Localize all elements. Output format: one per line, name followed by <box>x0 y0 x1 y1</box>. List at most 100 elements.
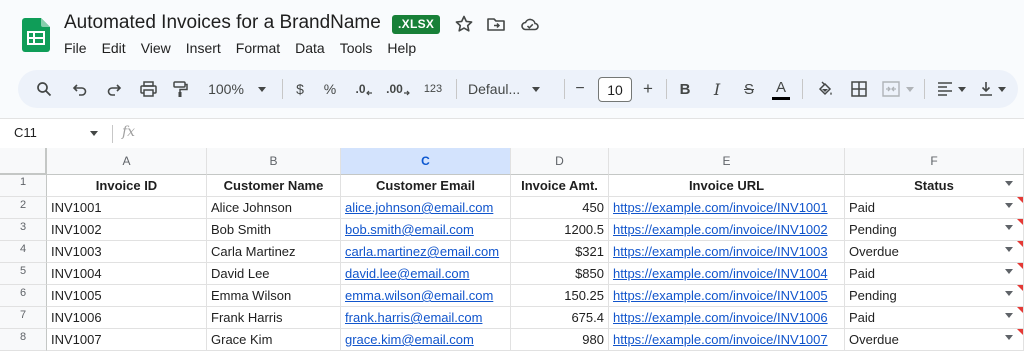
font-size-input[interactable]: 10 <box>598 77 632 102</box>
invoice-amount-cell[interactable]: $850 <box>511 263 609 285</box>
invoice-url-link[interactable]: https://example.com/invoice/INV1007 <box>609 329 845 351</box>
star-icon[interactable] <box>454 14 474 34</box>
merge-cells-button[interactable] <box>880 70 916 108</box>
document-title[interactable]: Automated Invoices for a BrandName <box>64 12 381 34</box>
column-header-c[interactable]: C <box>341 148 511 175</box>
customer-name-cell[interactable]: Grace Kim <box>207 329 341 351</box>
status-cell[interactable]: Paid <box>845 307 1024 329</box>
column-header-e[interactable]: E <box>609 148 845 175</box>
header-cell[interactable]: Invoice Amt. <box>511 175 609 197</box>
invoice-url-link[interactable]: https://example.com/invoice/INV1002 <box>609 219 845 241</box>
invoice-url-link[interactable]: https://example.com/invoice/INV1004 <box>609 263 845 285</box>
menu-format[interactable]: Format <box>236 40 280 56</box>
customer-email-link[interactable]: carla.martinez@email.com <box>341 241 511 263</box>
menu-insert[interactable]: Insert <box>186 40 221 56</box>
menu-help[interactable]: Help <box>387 40 416 56</box>
invoice-id-cell[interactable]: INV1004 <box>47 263 207 285</box>
row-header-5[interactable]: 5 <box>0 263 47 285</box>
invoice-id-cell[interactable]: INV1005 <box>47 285 207 307</box>
dropdown-arrow-icon[interactable] <box>1005 203 1013 208</box>
dropdown-arrow-icon[interactable] <box>1005 247 1013 252</box>
italic-button[interactable]: I <box>708 70 726 108</box>
customer-name-cell[interactable]: Carla Martinez <box>207 241 341 263</box>
menu-file[interactable]: File <box>64 40 87 56</box>
decrease-font-size-button[interactable]: − <box>572 70 588 108</box>
invoice-amount-cell[interactable]: $321 <box>511 241 609 263</box>
text-color-button[interactable]: A <box>770 70 792 108</box>
customer-email-link[interactable]: frank.harris@email.com <box>341 307 511 329</box>
increase-decimal-button[interactable]: .00 <box>384 70 412 108</box>
status-cell[interactable]: Overdue <box>845 329 1024 351</box>
column-header-d[interactable]: D <box>511 148 609 175</box>
column-header-f[interactable]: F <box>845 148 1024 175</box>
invoice-id-cell[interactable]: INV1006 <box>47 307 207 329</box>
header-cell[interactable]: Invoice URL <box>609 175 845 197</box>
customer-email-link[interactable]: bob.smith@email.com <box>341 219 511 241</box>
invoice-url-link[interactable]: https://example.com/invoice/INV1006 <box>609 307 845 329</box>
decrease-decimal-button[interactable]: .0 <box>352 70 376 108</box>
header-cell[interactable]: Customer Email <box>341 175 511 197</box>
more-formats-button[interactable]: 123 <box>420 70 446 108</box>
customer-email-link[interactable]: grace.kim@email.com <box>341 329 511 351</box>
dropdown-arrow-icon[interactable] <box>1005 313 1013 318</box>
menu-data[interactable]: Data <box>295 40 325 56</box>
invoice-url-link[interactable]: https://example.com/invoice/INV1003 <box>609 241 845 263</box>
dropdown-arrow-icon[interactable] <box>1005 269 1013 274</box>
select-all-corner[interactable] <box>0 148 47 175</box>
invoice-amount-cell[interactable]: 675.4 <box>511 307 609 329</box>
zoom-select[interactable]: 100% <box>202 70 272 108</box>
row-header-1[interactable]: 1 <box>0 175 47 197</box>
format-currency-button[interactable]: $ <box>292 70 308 108</box>
row-header-2[interactable]: 2 <box>0 197 47 219</box>
chevron-down-icon[interactable] <box>90 131 98 136</box>
status-cell[interactable]: Paid <box>845 197 1024 219</box>
column-header-a[interactable]: A <box>47 148 207 175</box>
menu-edit[interactable]: Edit <box>102 40 126 56</box>
strikethrough-button[interactable]: S <box>740 70 758 108</box>
invoice-amount-cell[interactable]: 150.25 <box>511 285 609 307</box>
vertical-align-button[interactable] <box>976 70 1008 108</box>
customer-email-link[interactable]: david.lee@email.com <box>341 263 511 285</box>
sheets-logo-icon[interactable] <box>22 18 50 52</box>
horizontal-align-button[interactable] <box>934 70 968 108</box>
customer-name-cell[interactable]: Alice Johnson <box>207 197 341 219</box>
invoice-id-cell[interactable]: INV1001 <box>47 197 207 219</box>
bold-button[interactable]: B <box>676 70 694 108</box>
customer-name-cell[interactable]: Frank Harris <box>207 307 341 329</box>
invoice-amount-cell[interactable]: 980 <box>511 329 609 351</box>
header-cell[interactable]: Invoice ID <box>47 175 207 197</box>
header-cell[interactable]: Customer Name <box>207 175 341 197</box>
invoice-id-cell[interactable]: INV1002 <box>47 219 207 241</box>
customer-email-link[interactable]: emma.wilson@email.com <box>341 285 511 307</box>
fill-color-button[interactable] <box>814 70 836 108</box>
invoice-url-link[interactable]: https://example.com/invoice/INV1005 <box>609 285 845 307</box>
dropdown-arrow-icon[interactable] <box>1005 335 1013 340</box>
status-cell[interactable]: Pending <box>845 219 1024 241</box>
dropdown-arrow-icon[interactable] <box>1005 181 1013 186</box>
invoice-id-cell[interactable]: INV1007 <box>47 329 207 351</box>
paint-format-button[interactable] <box>168 70 192 108</box>
invoice-amount-cell[interactable]: 450 <box>511 197 609 219</box>
format-percent-button[interactable]: % <box>322 70 338 108</box>
cloud-status-icon[interactable] <box>520 14 540 34</box>
dropdown-arrow-icon[interactable] <box>1005 225 1013 230</box>
font-family-select[interactable]: Defaul... <box>468 70 554 108</box>
menu-view[interactable]: View <box>141 40 171 56</box>
row-header-8[interactable]: 8 <box>0 329 47 351</box>
row-header-6[interactable]: 6 <box>0 285 47 307</box>
column-header-b[interactable]: B <box>207 148 341 175</box>
undo-button[interactable] <box>68 70 92 108</box>
search-menus-button[interactable] <box>32 70 56 108</box>
status-cell[interactable]: Overdue <box>845 241 1024 263</box>
print-button[interactable] <box>136 70 160 108</box>
menu-tools[interactable]: Tools <box>340 40 373 56</box>
move-folder-icon[interactable] <box>486 14 506 34</box>
customer-name-cell[interactable]: Emma Wilson <box>207 285 341 307</box>
dropdown-arrow-icon[interactable] <box>1005 291 1013 296</box>
row-header-3[interactable]: 3 <box>0 219 47 241</box>
customer-name-cell[interactable]: Bob Smith <box>207 219 341 241</box>
invoice-id-cell[interactable]: INV1003 <box>47 241 207 263</box>
status-cell[interactable]: Pending <box>845 285 1024 307</box>
status-cell[interactable]: Paid <box>845 263 1024 285</box>
invoice-url-link[interactable]: https://example.com/invoice/INV1001 <box>609 197 845 219</box>
